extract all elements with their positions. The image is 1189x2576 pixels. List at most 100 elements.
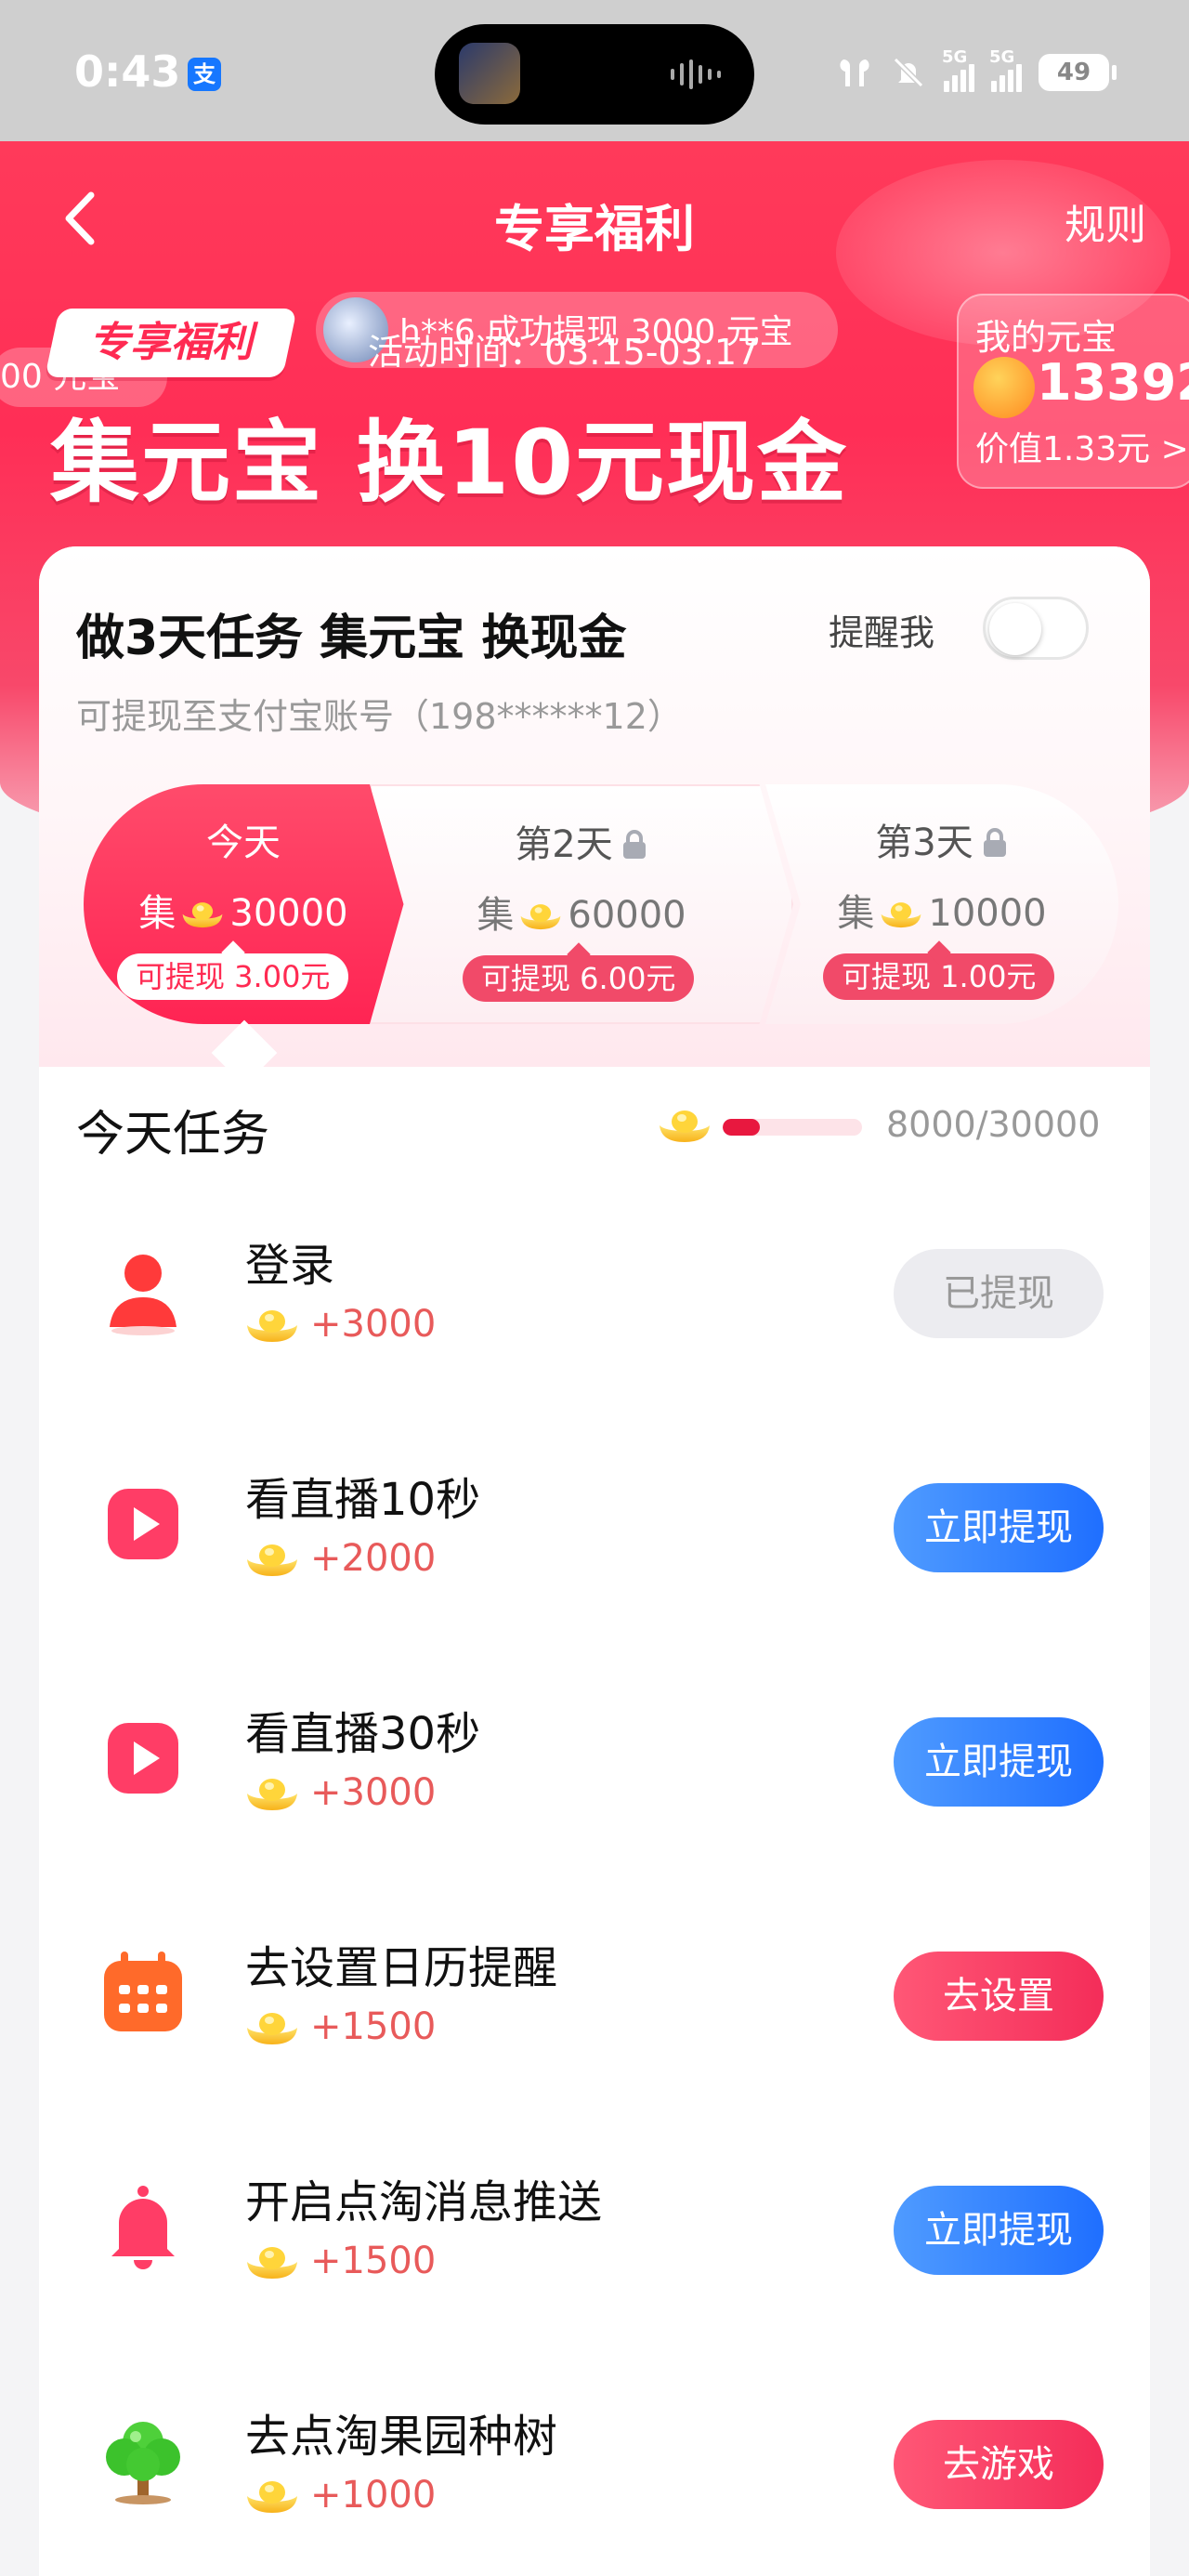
toggle-knob <box>989 603 1041 655</box>
ingot-icon <box>245 1305 299 1344</box>
progress-fill <box>723 1119 761 1136</box>
task-item-calendar-reminder: 去设置日历提醒 +1500 去设置 <box>39 1899 1150 2134</box>
mascot-icon <box>973 357 1035 418</box>
play-icon <box>108 1723 178 1794</box>
task-item-watch-live-10s: 看直播10秒 +2000 立即提现 <box>39 1431 1150 1665</box>
hero-headline: 集元宝 换10元现金 <box>50 411 849 515</box>
remind-label: 提醒我 <box>829 612 935 653</box>
day-label-text: 第3天 <box>875 821 973 864</box>
media-thumbnail <box>459 43 520 104</box>
earbuds-icon <box>840 59 869 86</box>
bell-icon <box>111 2186 175 2269</box>
day-amount: 集 30000 <box>84 883 437 937</box>
withdraw-now-button[interactable]: 立即提现 <box>894 1717 1104 1807</box>
tasks-heading: 今天任务 <box>76 1107 270 1163</box>
ingot-icon <box>658 1104 712 1145</box>
collect-prefix: 集 <box>138 892 176 935</box>
network-type-label: 5G <box>942 47 968 67</box>
go-setup-button[interactable]: 去设置 <box>894 1952 1104 2041</box>
tree-icon <box>106 2422 180 2504</box>
task-title: 看直播10秒 <box>245 1474 481 1526</box>
progress-text: 8000/30000 <box>886 1104 1101 1145</box>
task-reward: +3000 <box>245 1771 436 1814</box>
day-step-2[interactable]: 第2天 集 60000 可提现 6.00元 <box>370 784 793 1024</box>
task-reward-value: +1500 <box>310 2240 437 2282</box>
play-game-button[interactable]: 去游戏 <box>894 2420 1104 2509</box>
card-title: 做3天任务 集元宝 换现金 <box>76 611 627 666</box>
task-reward: +1500 <box>245 2240 436 2282</box>
day-amount-value: 30000 <box>229 892 348 935</box>
calendar-icon <box>104 1952 182 2031</box>
day-label-text: 第2天 <box>515 823 613 866</box>
audio-wave-icon <box>671 59 721 89</box>
day-amount-value: 60000 <box>568 894 686 937</box>
collect-prefix: 集 <box>837 892 875 935</box>
exclusive-badge-label: 专享福利 <box>89 319 253 366</box>
task-reward: +2000 <box>245 1537 436 1580</box>
task-reward-value: +1000 <box>310 2474 437 2517</box>
day-step-3[interactable]: 第3天 集 10000 可提现 1.00元 <box>765 784 1118 1024</box>
collect-prefix: 集 <box>477 894 515 937</box>
person-icon <box>110 1255 176 1335</box>
day-amount-value: 10000 <box>928 892 1047 935</box>
mute-icon <box>893 57 924 88</box>
withdrawn-button[interactable]: 已提现 <box>894 1249 1104 1338</box>
task-reward-value: +1500 <box>310 2005 437 2048</box>
my-coins-card[interactable]: 我的元宝 13392 价值1.33元 > <box>957 294 1189 489</box>
task-title: 去设置日历提醒 <box>245 1942 558 1994</box>
withdraw-now-button[interactable]: 立即提现 <box>894 1483 1104 1572</box>
ingot-icon <box>245 1773 299 1812</box>
lock-icon <box>622 830 646 859</box>
ingot-icon <box>245 2007 299 2046</box>
ingot-icon <box>519 900 562 931</box>
task-item-login: 登录 +3000 已提现 <box>39 1197 1150 1431</box>
day-amount: 集 60000 <box>372 885 791 939</box>
task-item-watch-live-30s: 看直播30秒 +3000 立即提现 <box>39 1665 1150 1899</box>
status-bar: 0:43 支 5G 5G 49 <box>0 0 1189 141</box>
day-withdraw-pill: 可提现 3.00元 <box>117 940 349 1000</box>
task-reward-value: +3000 <box>310 1771 437 1814</box>
task-title: 看直播30秒 <box>245 1708 481 1760</box>
task-title: 开启点淘消息推送 <box>245 2176 603 2228</box>
ingot-icon <box>245 2241 299 2280</box>
dynamic-island[interactable] <box>435 24 754 125</box>
day-label: 第3天 <box>765 812 1118 866</box>
ingot-icon <box>245 1539 299 1578</box>
page-title: 专享福利 <box>494 200 695 258</box>
task-reward: +1500 <box>245 2005 436 2048</box>
task-title: 去点淘果园种树 <box>245 2411 558 2463</box>
task-item-orchard-game: 去点淘果园种树 +1000 去游戏 <box>39 2368 1150 2576</box>
signal-icon: 5G <box>942 47 974 92</box>
status-time: 0:43 <box>74 46 181 97</box>
my-coins-worth: 价值1.33元 > <box>975 430 1189 468</box>
status-icons: 5G 5G 49 <box>836 46 1117 99</box>
task-reward-value: +3000 <box>310 1303 437 1346</box>
activity-time: 活动时间：03.15-03.17 <box>368 332 760 373</box>
day-withdraw-pill: 可提现 1.00元 <box>823 940 1055 1000</box>
ingot-icon <box>245 2476 299 2515</box>
task-title: 登录 <box>245 1240 335 1292</box>
exclusive-badge: 专享福利 <box>45 309 297 377</box>
ingot-icon <box>880 898 922 929</box>
my-coins-value: 13392 <box>1037 353 1189 412</box>
task-card: 做3天任务 集元宝 换现金 提醒我 可提现至支付宝账号（198******12）… <box>39 546 1150 2576</box>
task-item-push-notifications: 开启点淘消息推送 +1500 立即提现 <box>39 2134 1150 2368</box>
progress-bar <box>723 1119 862 1136</box>
ingot-icon <box>181 898 224 929</box>
rules-link[interactable]: 规则 <box>1065 191 1146 251</box>
task-reward: +1000 <box>245 2474 436 2517</box>
day-label: 第2天 <box>372 814 791 868</box>
withdraw-now-button[interactable]: 立即提现 <box>894 2186 1104 2275</box>
signal-icon-2: 5G <box>989 47 1022 92</box>
alipay-notification-icon: 支 <box>188 58 221 91</box>
play-icon <box>108 1489 178 1559</box>
lock-icon <box>983 828 1006 857</box>
network-type-label-2: 5G <box>989 47 1015 67</box>
my-coins-label: 我的元宝 <box>975 317 1117 358</box>
remind-toggle[interactable] <box>983 597 1089 660</box>
battery-indicator: 49 <box>1039 54 1117 91</box>
task-reward: +3000 <box>245 1303 436 1346</box>
task-reward-value: +2000 <box>310 1537 437 1580</box>
day-amount: 集 10000 <box>765 883 1118 937</box>
withdraw-account-note: 可提现至支付宝账号（198******12） <box>76 696 683 737</box>
